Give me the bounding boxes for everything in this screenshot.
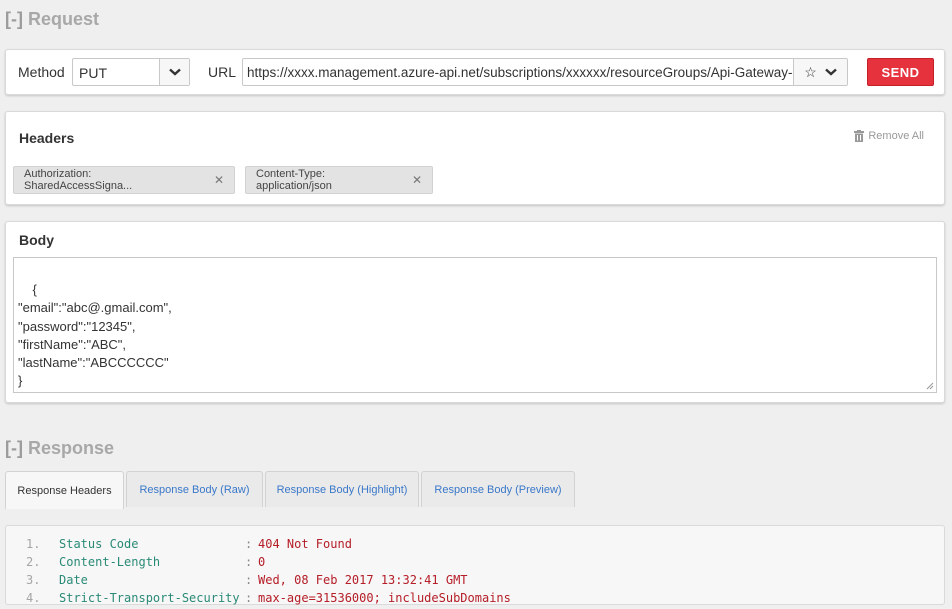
request-title: Request [28, 9, 100, 29]
line-number: 2. [26, 555, 41, 569]
header-separator: : [245, 573, 253, 587]
url-label: URL [208, 64, 237, 80]
header-separator: : [245, 537, 253, 551]
close-icon[interactable]: ✕ [214, 173, 224, 187]
request-card: Method PUT URL https://xxxx.management.a… [5, 49, 945, 95]
response-title: Response [28, 438, 115, 458]
header-chip-authorization[interactable]: Authorization: SharedAccessSigna... ✕ [13, 166, 235, 194]
method-dropdown-button[interactable] [159, 59, 189, 85]
tab-response-body-highlight[interactable]: Response Body (Highlight) [265, 471, 419, 507]
url-input[interactable]: https://xxxx.management.azure-api.net/su… [242, 58, 848, 86]
line-number: 4. [26, 591, 41, 605]
header-value: 404 Not Found [258, 537, 352, 551]
request-section-title[interactable]: [-] Request [5, 9, 99, 30]
response-collapse-toggle[interactable]: [-] [5, 438, 23, 458]
header-chip-label: Content-Type: application/json [256, 168, 332, 192]
body-card: Body { "email":"abc@.gmail.com", "passwo… [5, 221, 945, 403]
headers-title: Headers [19, 130, 75, 146]
url-value[interactable]: https://xxxx.management.azure-api.net/su… [247, 65, 792, 80]
header-key: Strict-Transport-Security [59, 591, 240, 605]
header-value: 0 [258, 555, 266, 569]
method-label: Method [18, 64, 65, 80]
header-key: Date [59, 573, 88, 587]
send-button[interactable]: SEND [867, 58, 934, 86]
header-key: Content-Length [59, 555, 161, 569]
remove-all-button[interactable]: Remove All [854, 130, 924, 142]
chevron-down-icon [824, 68, 837, 76]
method-value: PUT [79, 65, 107, 81]
star-icon[interactable]: ☆ [804, 64, 817, 81]
resize-grip-icon[interactable] [926, 382, 934, 390]
header-key: Status Code [59, 537, 139, 551]
header-value: max-age=31536000; includeSubDomains [258, 591, 511, 605]
method-select[interactable]: PUT [72, 58, 190, 86]
tab-response-headers[interactable]: Response Headers [5, 471, 124, 509]
header-chip-label: Authorization: SharedAccessSigna... [24, 168, 133, 192]
tab-response-body-preview[interactable]: Response Body (Preview) [421, 471, 575, 507]
header-chip-content-type[interactable]: Content-Type: application/json ✕ [245, 166, 433, 194]
header-value: Wed, 08 Feb 2017 13:32:41 GMT [258, 573, 468, 587]
response-section-title[interactable]: [-] Response [5, 438, 114, 459]
line-number: 1. [26, 537, 41, 551]
body-title: Body [19, 232, 54, 248]
url-options-button[interactable]: ☆ [793, 59, 847, 85]
body-textarea[interactable]: { "email":"abc@.gmail.com", "password":"… [13, 257, 937, 393]
line-number: 3. [26, 573, 41, 587]
close-icon[interactable]: ✕ [412, 173, 422, 187]
response-headers-panel: 1. Status Code : 404 Not Found 2. Conten… [5, 525, 945, 605]
remove-all-label: Remove All [868, 130, 924, 142]
header-separator: : [245, 591, 253, 605]
body-content: { "email":"abc@.gmail.com", "password":"… [18, 282, 172, 389]
chevron-down-icon [168, 68, 181, 76]
trash-icon [854, 130, 865, 142]
tab-response-body-raw[interactable]: Response Body (Raw) [126, 471, 263, 507]
request-collapse-toggle[interactable]: [-] [5, 9, 23, 29]
headers-card: Headers Remove All Authorization: Shared… [5, 111, 945, 205]
header-separator: : [245, 555, 253, 569]
